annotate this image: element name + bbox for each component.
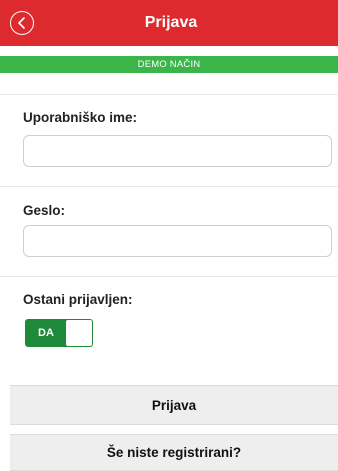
username-input[interactable] bbox=[23, 135, 332, 167]
back-button[interactable] bbox=[10, 11, 34, 35]
username-section: Uporabniško ime: bbox=[0, 94, 338, 186]
header-bar: Prijava bbox=[0, 0, 338, 46]
login-button[interactable]: Prijava bbox=[10, 385, 338, 425]
register-button[interactable]: Še niste registrirani? bbox=[10, 434, 338, 471]
login-screen: Prijava DEMO NAČIN Uporabniško ime: Gesl… bbox=[0, 0, 338, 471]
remember-label: Ostani prijavljen: bbox=[23, 292, 133, 307]
demo-mode-banner: DEMO NAČIN bbox=[0, 56, 338, 73]
chevron-left-icon bbox=[18, 17, 25, 29]
password-input[interactable] bbox=[23, 225, 332, 257]
username-label: Uporabniško ime: bbox=[23, 110, 138, 125]
toggle-knob bbox=[66, 320, 92, 346]
password-section: Geslo: bbox=[0, 186, 338, 276]
page-title: Prijava bbox=[144, 14, 198, 31]
remember-toggle-label: DA bbox=[38, 327, 54, 339]
password-label: Geslo: bbox=[23, 203, 66, 218]
remember-toggle[interactable]: DA bbox=[25, 319, 93, 347]
